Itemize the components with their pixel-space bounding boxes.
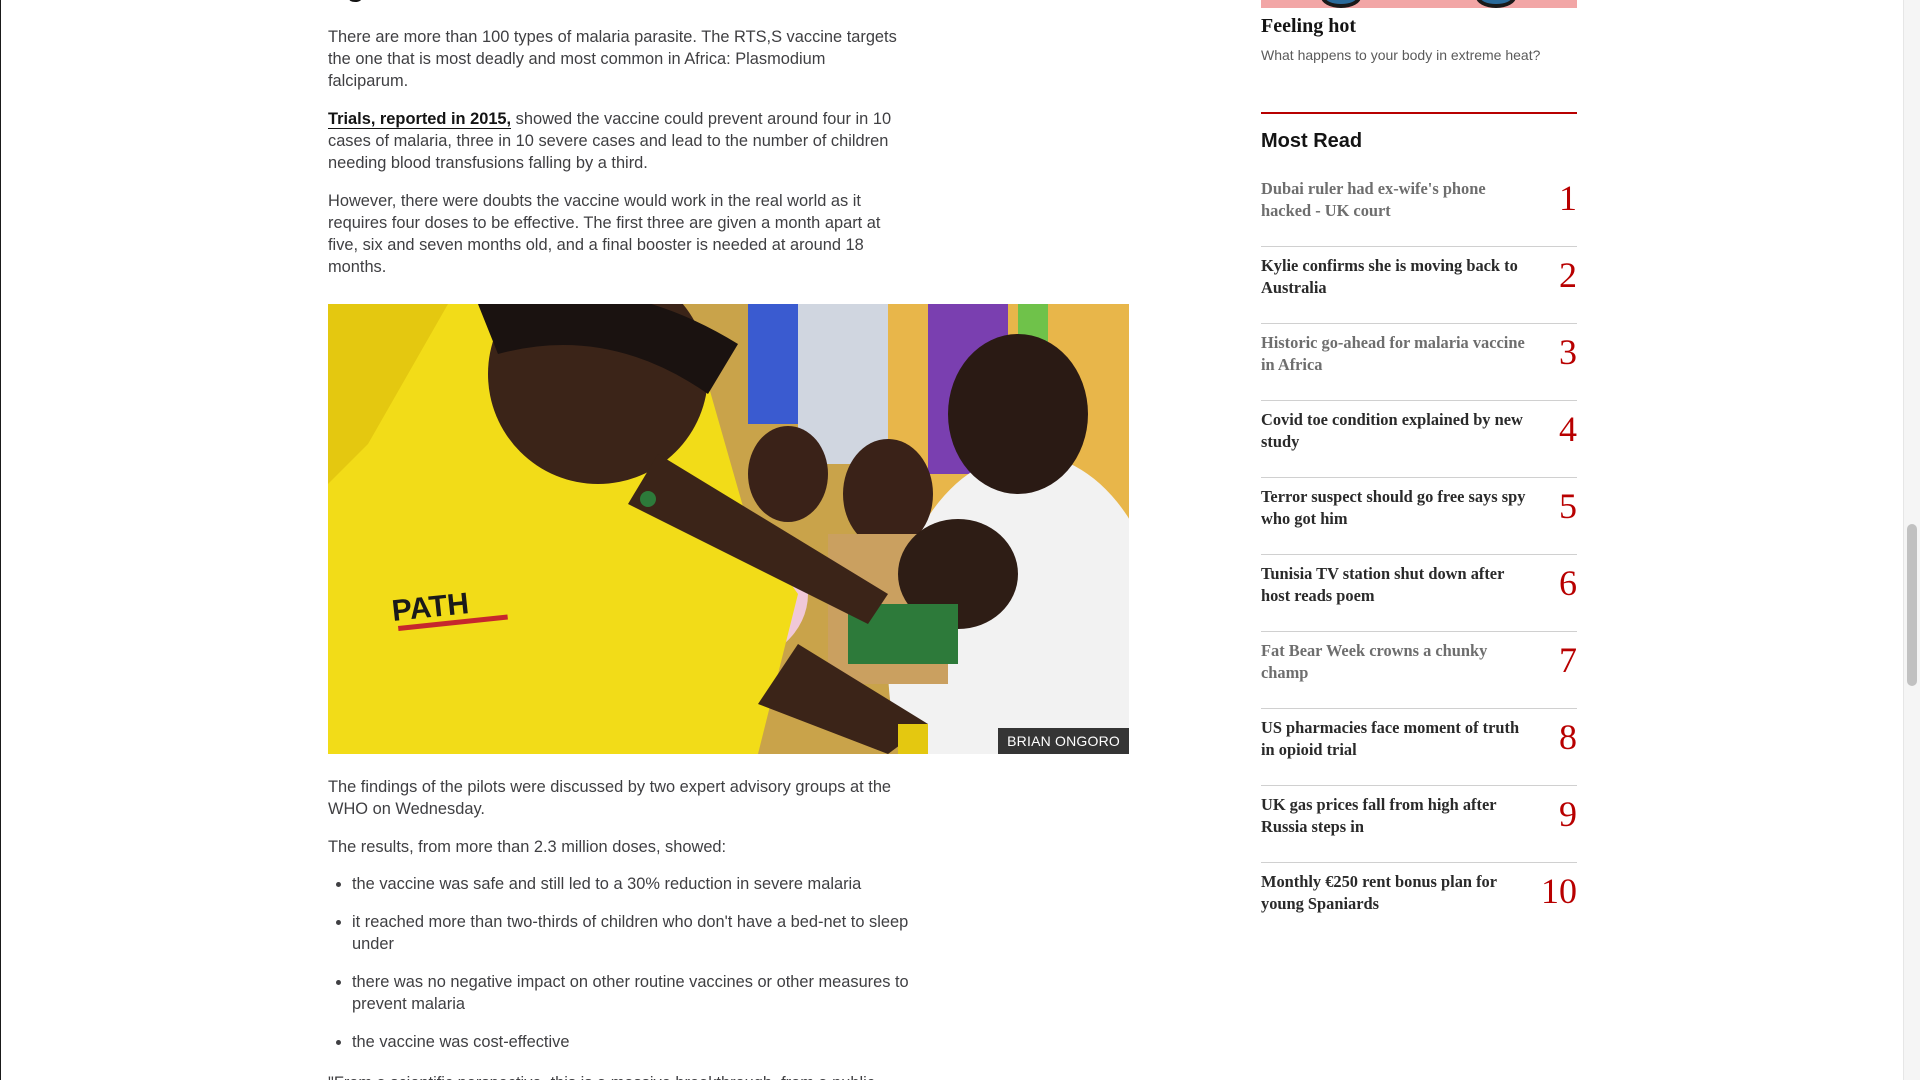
most-read-link[interactable]: Kylie confirms she is moving back to Aus… xyxy=(1261,255,1536,299)
list-item: the vaccine was safe and still led to a … xyxy=(328,873,918,895)
most-read-rank: 3 xyxy=(1559,332,1577,372)
most-read-item: Kylie confirms she is moving back to Aus… xyxy=(1261,247,1577,324)
most-read-item: Historic go-ahead for malaria vaccine in… xyxy=(1261,324,1577,401)
most-read-rank: 5 xyxy=(1559,486,1577,526)
most-read-rank: 1 xyxy=(1559,178,1577,218)
most-read-rank: 4 xyxy=(1559,409,1577,449)
most-read-item: Terror suspect should go free says spy w… xyxy=(1261,478,1577,555)
promo-title-link[interactable]: Feeling hot xyxy=(1261,15,1356,38)
promo-subtitle: What happens to your body in extreme hea… xyxy=(1261,47,1541,63)
most-read-link[interactable]: UK gas prices fall from high after Russi… xyxy=(1261,794,1536,838)
most-read-link[interactable]: Terror suspect should go free says spy w… xyxy=(1261,486,1536,530)
most-read-list: Dubai ruler had ex-wife's phone hacked -… xyxy=(1261,170,1577,940)
photo-credit: BRIAN ONGORO xyxy=(998,728,1129,754)
most-read-link[interactable]: Fat Bear Week crowns a chunky champ xyxy=(1261,640,1536,684)
most-read-rank: 9 xyxy=(1559,794,1577,834)
most-read-rank: 6 xyxy=(1559,563,1577,603)
window-left-edge xyxy=(0,0,1,1080)
most-read-item: Monthly €250 rent bonus plan for young S… xyxy=(1261,863,1577,940)
most-read-divider xyxy=(1261,112,1577,114)
results-bullet-list: the vaccine was safe and still led to a … xyxy=(328,873,918,1069)
most-read-rank: 10 xyxy=(1541,871,1577,911)
paragraph-quote-cutoff: "From a scientific perspective, this is … xyxy=(328,1072,875,1080)
most-read-item: Fat Bear Week crowns a chunky champ 7 xyxy=(1261,632,1577,709)
article-photo: PATH BRIAN ONGORO xyxy=(328,304,1129,754)
scrollbar-thumb[interactable] xyxy=(1907,524,1917,686)
most-read-rank: 7 xyxy=(1559,640,1577,680)
most-read-link[interactable]: Covid toe condition explained by new stu… xyxy=(1261,409,1536,453)
list-item: the vaccine was cost-effective xyxy=(328,1031,918,1053)
most-read-item: UK gas prices fall from high after Russi… xyxy=(1261,786,1577,863)
paragraph-doubts: However, there were doubts the vaccine w… xyxy=(328,192,881,276)
page-scrollbar[interactable] xyxy=(1903,0,1920,1080)
paragraph-trials: Trials, reported in 2015, showed the vac… xyxy=(328,108,908,174)
most-read-rank: 8 xyxy=(1559,717,1577,757)
most-read-link[interactable]: Tunisia TV station shut down after host … xyxy=(1261,563,1536,607)
most-read-item: US pharmacies face moment of truth in op… xyxy=(1261,709,1577,786)
section-heading-cutoff: ng xyxy=(328,0,448,4)
list-item: there was no negative impact on other ro… xyxy=(328,971,918,1015)
list-item: it reached more than two-thirds of child… xyxy=(328,911,918,955)
most-read-rank: 2 xyxy=(1559,255,1577,295)
trials-2015-link[interactable]: Trials, reported in 2015, xyxy=(328,110,512,129)
paragraph-parasite-types: There are more than 100 types of malaria… xyxy=(328,28,897,90)
most-read-link[interactable]: US pharmacies face moment of truth in op… xyxy=(1261,717,1536,761)
vaccination-photo-illustration: PATH xyxy=(328,304,1129,754)
most-read-link[interactable]: Dubai ruler had ex-wife's phone hacked -… xyxy=(1261,178,1536,222)
most-read-link[interactable]: Monthly €250 rent bonus plan for young S… xyxy=(1261,871,1536,915)
promo-image[interactable] xyxy=(1261,0,1577,8)
most-read-item: Covid toe condition explained by new stu… xyxy=(1261,401,1577,478)
most-read-link[interactable]: Historic go-ahead for malaria vaccine in… xyxy=(1261,332,1536,376)
most-read-heading: Most Read xyxy=(1261,130,1363,152)
most-read-item: Tunisia TV station shut down after host … xyxy=(1261,555,1577,632)
paragraph-findings: The findings of the pilots were discusse… xyxy=(328,778,892,818)
most-read-item: Dubai ruler had ex-wife's phone hacked -… xyxy=(1261,170,1577,247)
paragraph-results-intro: The results, from more than 2.3 million … xyxy=(328,838,727,856)
